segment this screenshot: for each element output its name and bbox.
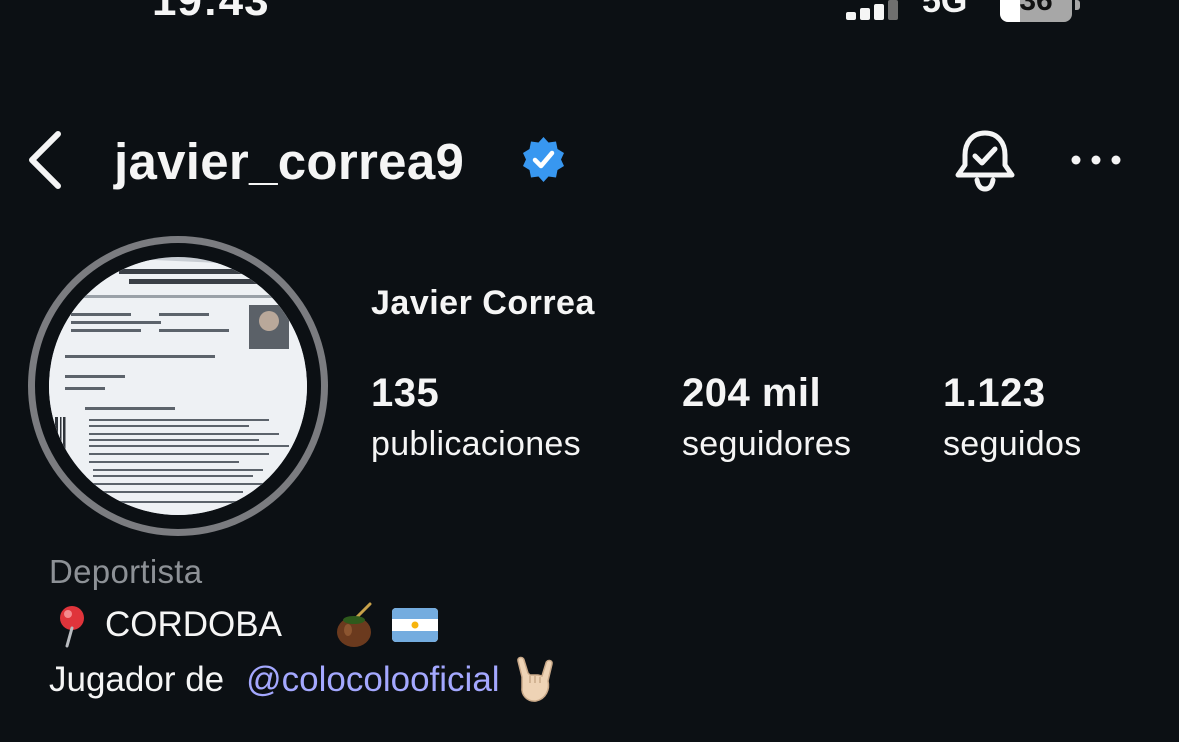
stat-following-value: 1.123	[943, 371, 1046, 415]
battery-nub	[1075, 0, 1080, 10]
signal-icon	[846, 0, 906, 20]
stat-posts[interactable]: 135 publicaciones	[371, 370, 581, 472]
stat-posts-label: publicaciones	[371, 425, 581, 463]
stat-following[interactable]: 1.123 seguidos	[943, 370, 1082, 472]
avatar-photo-document	[49, 257, 307, 515]
bio-location-text: CORDOBA	[105, 605, 282, 644]
bio-team-prefix: Jugador de	[49, 660, 225, 699]
stat-followers-value: 204 mil	[682, 371, 822, 415]
battery-icon: 36	[1000, 0, 1072, 22]
rock-hand-icon	[516, 656, 553, 702]
bio-location-line: CORDOBA	[49, 602, 438, 648]
verified-badge-icon	[519, 135, 568, 184]
pushpin-icon	[60, 606, 84, 648]
bell-check-icon	[955, 130, 1015, 192]
profile-category: Deportista	[49, 553, 203, 590]
more-horizontal-icon	[1071, 155, 1121, 165]
mention-link[interactable]: @colocolooficial	[246, 660, 499, 700]
status-time: 19:43	[152, 0, 270, 25]
more-options-button[interactable]	[1068, 142, 1124, 178]
notifications-button[interactable]	[950, 125, 1020, 195]
profile-avatar[interactable]	[28, 236, 328, 536]
back-button[interactable]	[22, 128, 70, 192]
chevron-left-icon	[29, 131, 61, 189]
network-type: 5G	[922, 0, 968, 20]
mate-gourd-icon	[336, 602, 372, 647]
argentina-flag-icon	[391, 608, 438, 642]
stat-followers[interactable]: 204 mil seguidores	[682, 370, 851, 472]
profile-display-name: Javier Correa	[371, 284, 595, 322]
battery-level: 36	[1019, 0, 1053, 17]
bio-team-line: Jugador de @colocolooficial	[49, 655, 562, 705]
stat-posts-value: 135	[371, 371, 440, 415]
stat-followers-label: seguidores	[682, 425, 852, 463]
profile-username: javier_correa9	[114, 133, 465, 190]
stat-following-label: seguidos	[943, 425, 1082, 463]
